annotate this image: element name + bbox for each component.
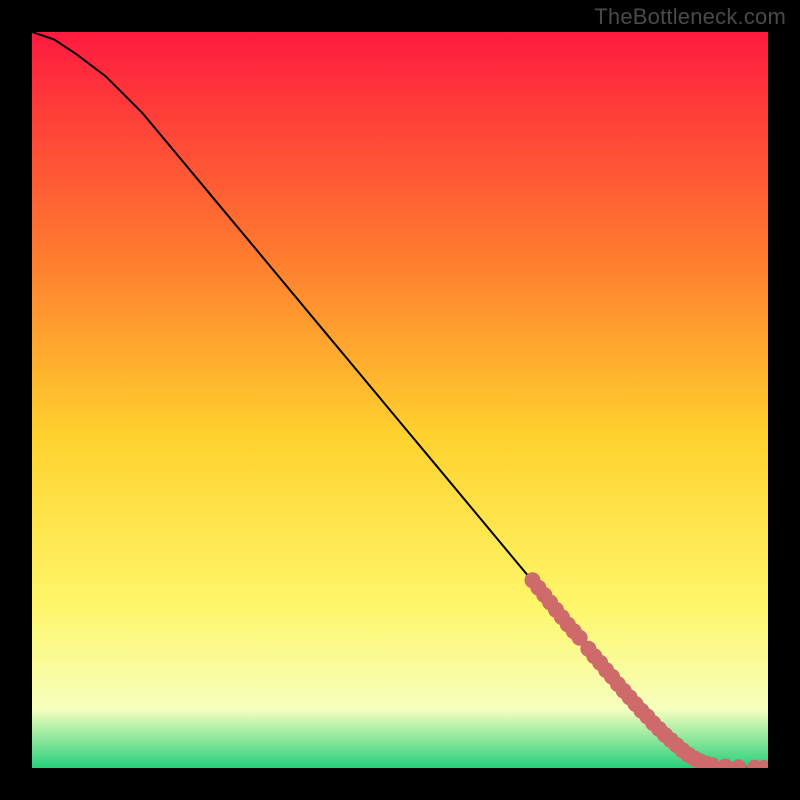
gradient-background	[32, 32, 768, 768]
plot-area	[32, 32, 768, 768]
watermark-text: TheBottleneck.com	[594, 4, 786, 30]
chart-svg	[32, 32, 768, 768]
chart-frame: TheBottleneck.com	[0, 0, 800, 800]
